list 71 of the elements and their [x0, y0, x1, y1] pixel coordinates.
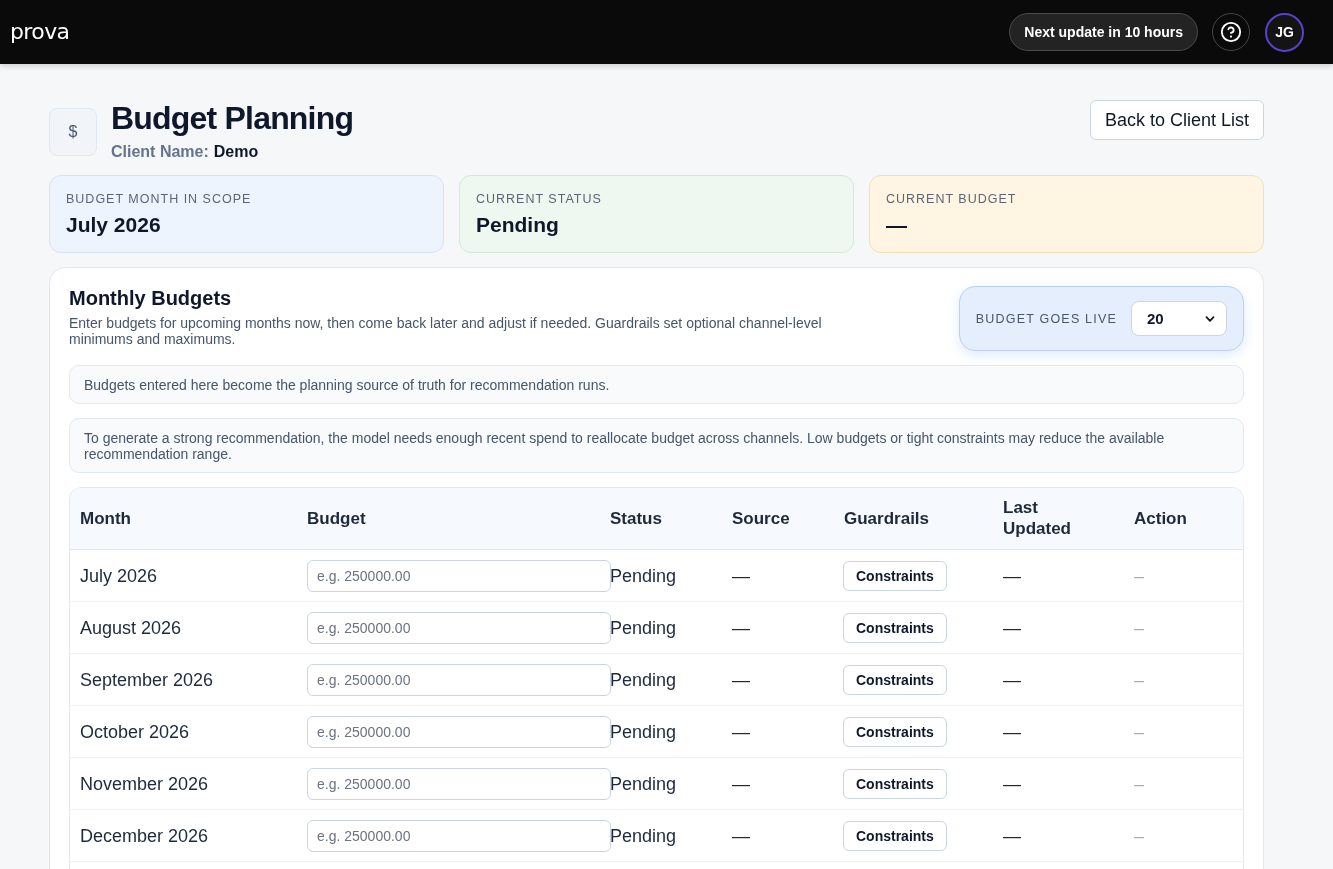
stat-value: —: [886, 212, 908, 238]
status-cell: Pending: [610, 824, 677, 847]
source-cell: —: [732, 824, 750, 847]
column-header: Action: [1134, 507, 1187, 529]
source-cell: —: [732, 616, 750, 639]
column-header: Last Updated: [1003, 497, 1072, 540]
section-title: Monthly Budgets: [69, 286, 233, 310]
stat-label: CURRENT BUDGET: [886, 191, 1018, 207]
client-name-value: Demo: [213, 142, 259, 162]
column-header: Status: [610, 507, 662, 529]
action-cell: –: [1134, 616, 1144, 639]
source-cell: —: [732, 564, 750, 587]
last-updated-cell: —: [1003, 616, 1021, 639]
budget-input[interactable]: e.g. 250000.00: [307, 611, 611, 644]
go-live-label: BUDGET GOES LIVE: [975, 311, 1117, 326]
dollar-icon: $: [49, 108, 97, 156]
action-cell: –: [1134, 720, 1144, 743]
logo[interactable]: prova: [10, 18, 70, 46]
constraints-button[interactable]: Constraints: [843, 664, 947, 695]
status-cell: Pending: [610, 720, 677, 743]
go-live-select[interactable]: 20: [1131, 301, 1227, 336]
action-cell: –: [1134, 564, 1144, 587]
last-updated-cell: —: [1003, 772, 1021, 795]
back-button[interactable]: Back to Client List: [1089, 100, 1264, 140]
month-cell: December 2026: [80, 824, 209, 847]
stat-value: Pending: [476, 212, 560, 238]
month-cell: September 2026: [80, 668, 214, 691]
client-name-label: Client Name:: [111, 142, 209, 162]
budget-input[interactable]: e.g. 250000.00: [307, 663, 611, 696]
info-note: Budgets entered here become the planning source of truth for recommendation runs.: [69, 365, 1244, 404]
status-cell: Pending: [610, 668, 677, 691]
stat-label: BUDGET MONTH IN SCOPE: [66, 191, 253, 207]
action-cell: –: [1134, 824, 1144, 847]
status-cell: Pending: [610, 616, 677, 639]
budget-input[interactable]: e.g. 250000.00: [307, 559, 611, 592]
column-header: Month: [80, 507, 131, 529]
budget-input[interactable]: e.g. 250000.00: [307, 767, 611, 800]
source-cell: —: [732, 720, 750, 743]
status-cell: Pending: [610, 564, 677, 587]
constraints-button[interactable]: Constraints: [843, 612, 947, 643]
column-header: Guardrails: [844, 507, 930, 529]
avatar-button[interactable]: JG: [1265, 12, 1304, 52]
column-header: Source: [732, 507, 790, 529]
page-title: Budget Planning: [111, 100, 354, 136]
column-header: Budget: [307, 507, 366, 529]
stat-value: July 2026: [66, 212, 162, 238]
action-cell: –: [1134, 772, 1144, 795]
info-note: To generate a strong recommendation, the model needs enough recent spend to reallocate budget across channels. Low budgets or tight constraints may reduce the available recommendation range.: [69, 418, 1244, 473]
last-updated-cell: —: [1003, 668, 1021, 691]
constraints-button[interactable]: Constraints: [843, 716, 947, 747]
last-updated-cell: —: [1003, 564, 1021, 587]
budget-input[interactable]: e.g. 250000.00: [307, 715, 611, 748]
action-cell: –: [1134, 668, 1144, 691]
last-updated-cell: —: [1003, 720, 1021, 743]
help-button[interactable]: [1212, 13, 1250, 51]
constraints-button[interactable]: Constraints: [843, 820, 947, 851]
month-cell: November 2026: [80, 772, 209, 795]
constraints-button[interactable]: Constraints: [843, 768, 947, 799]
update-status-pill: Next update in 10 hours: [1009, 13, 1198, 51]
month-cell: August 2026: [80, 616, 182, 639]
help-icon: [1220, 21, 1242, 43]
section-description: Enter budgets for upcoming months now, then come back later and adjust if needed. Guardrails set optional channel-level minimums and maximums.: [69, 315, 823, 347]
month-cell: October 2026: [80, 720, 190, 743]
source-cell: —: [732, 772, 750, 795]
constraints-button[interactable]: Constraints: [843, 560, 947, 591]
budget-input[interactable]: e.g. 250000.00: [307, 819, 611, 852]
status-cell: Pending: [610, 772, 677, 795]
source-cell: —: [732, 668, 750, 691]
last-updated-cell: —: [1003, 824, 1021, 847]
stat-label: CURRENT STATUS: [476, 191, 603, 207]
month-cell: July 2026: [80, 564, 158, 587]
